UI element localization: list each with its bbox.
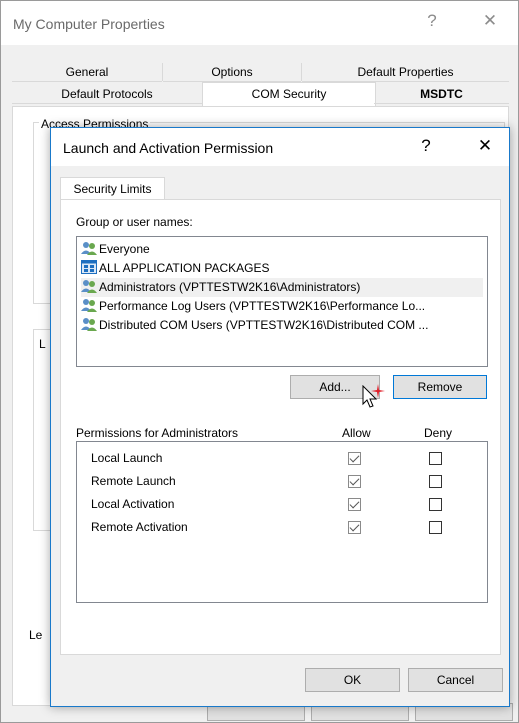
parent-title: My Computer Properties xyxy=(13,16,165,32)
tab-msdtc[interactable]: MSDTC xyxy=(374,85,509,104)
deny-checkbox-remote-activation[interactable] xyxy=(429,521,442,534)
list-item-all-app-packages[interactable]: ALL APPLICATION PACKAGES xyxy=(81,259,270,278)
perm-name: Local Activation xyxy=(91,497,175,511)
deny-checkbox-local-launch[interactable] xyxy=(429,452,442,465)
users-icon xyxy=(81,241,97,255)
tab-default-protocols[interactable]: Default Protocols xyxy=(12,85,202,104)
launch-activation-dialog: Launch and Activation Permission ? ✕ Sec… xyxy=(50,127,510,707)
perm-row-remote-launch: Remote Launch xyxy=(91,474,176,488)
tab-default-properties[interactable]: Default Properties xyxy=(302,63,509,82)
tab-general[interactable]: General xyxy=(12,63,162,82)
cancel-button[interactable]: Cancel xyxy=(408,668,503,692)
parent-titlebar: My Computer Properties ? ✕ xyxy=(1,1,518,45)
ok-button[interactable]: OK xyxy=(305,668,400,692)
tab-options[interactable]: Options xyxy=(163,63,301,82)
group-name: Performance Log Users (VPTTESTW2K16\Perf… xyxy=(99,299,426,313)
users-icon xyxy=(81,298,97,312)
group-name: Everyone xyxy=(99,242,150,256)
allow-checkbox-local-activation[interactable] xyxy=(348,498,361,511)
parent-close-button[interactable]: ✕ xyxy=(475,11,505,31)
group-name: Administrators (VPTTESTW2K16\Administrat… xyxy=(99,280,361,294)
group-name: Distributed COM Users (VPTTESTW2K16\Dist… xyxy=(99,318,429,332)
tab-security-limits[interactable]: Security Limits xyxy=(60,177,165,200)
list-item-administrators[interactable]: Administrators (VPTTESTW2K16\Administrat… xyxy=(81,278,483,297)
list-item-everyone[interactable]: Everyone xyxy=(81,240,150,259)
dialog-close-button[interactable]: ✕ xyxy=(470,136,500,156)
users-icon xyxy=(81,317,97,331)
deny-checkbox-local-activation[interactable] xyxy=(429,498,442,511)
perm-name: Local Launch xyxy=(91,451,163,465)
perm-row-remote-activation: Remote Activation xyxy=(91,520,188,534)
security-limits-panel: Group or user names: Everyone ALL APPLIC… xyxy=(60,199,501,655)
allow-checkbox-remote-activation[interactable] xyxy=(348,521,361,534)
dialog-titlebar: Launch and Activation Permission ? ✕ xyxy=(51,128,509,166)
mouse-cursor-icon xyxy=(362,385,378,408)
list-item-distributed-com-users[interactable]: Distributed COM Users (VPTTESTW2K16\Dist… xyxy=(81,316,485,335)
list-item-performance-log-users[interactable]: Performance Log Users (VPTTESTW2K16\Perf… xyxy=(81,297,485,316)
allow-checkbox-local-launch[interactable] xyxy=(348,452,361,465)
dialog-help-button[interactable]: ? xyxy=(411,136,441,156)
users-icon xyxy=(81,279,97,293)
perm-row-local-activation: Local Activation xyxy=(91,497,174,511)
deny-header: Deny xyxy=(424,426,453,440)
allow-header: Allow xyxy=(342,426,371,440)
remove-button[interactable]: Remove xyxy=(393,375,487,399)
allow-checkbox-remote-launch[interactable] xyxy=(348,475,361,488)
group-names-label: Group or user names: xyxy=(76,215,193,229)
perm-name: Remote Launch xyxy=(91,474,176,488)
permissions-header: Permissions for Administrators xyxy=(76,426,239,440)
deny-checkbox-remote-launch[interactable] xyxy=(429,475,442,488)
app-packages-icon xyxy=(81,260,97,274)
perm-row-local-launch: Local Launch xyxy=(91,451,162,465)
parent-le-label: Le xyxy=(29,628,43,642)
tab-com-security[interactable]: COM Security xyxy=(202,82,376,107)
group-name: ALL APPLICATION PACKAGES xyxy=(99,261,270,275)
permissions-list: Local Launch Remote Launch Local Activat… xyxy=(76,441,488,603)
parent-help-button[interactable]: ? xyxy=(417,11,447,31)
perm-name: Remote Activation xyxy=(91,520,188,534)
dialog-title: Launch and Activation Permission xyxy=(63,140,274,156)
launch-label-fragment: L xyxy=(39,337,46,351)
group-user-list[interactable]: Everyone ALL APPLICATION PACKAGES Admini… xyxy=(76,236,488,367)
